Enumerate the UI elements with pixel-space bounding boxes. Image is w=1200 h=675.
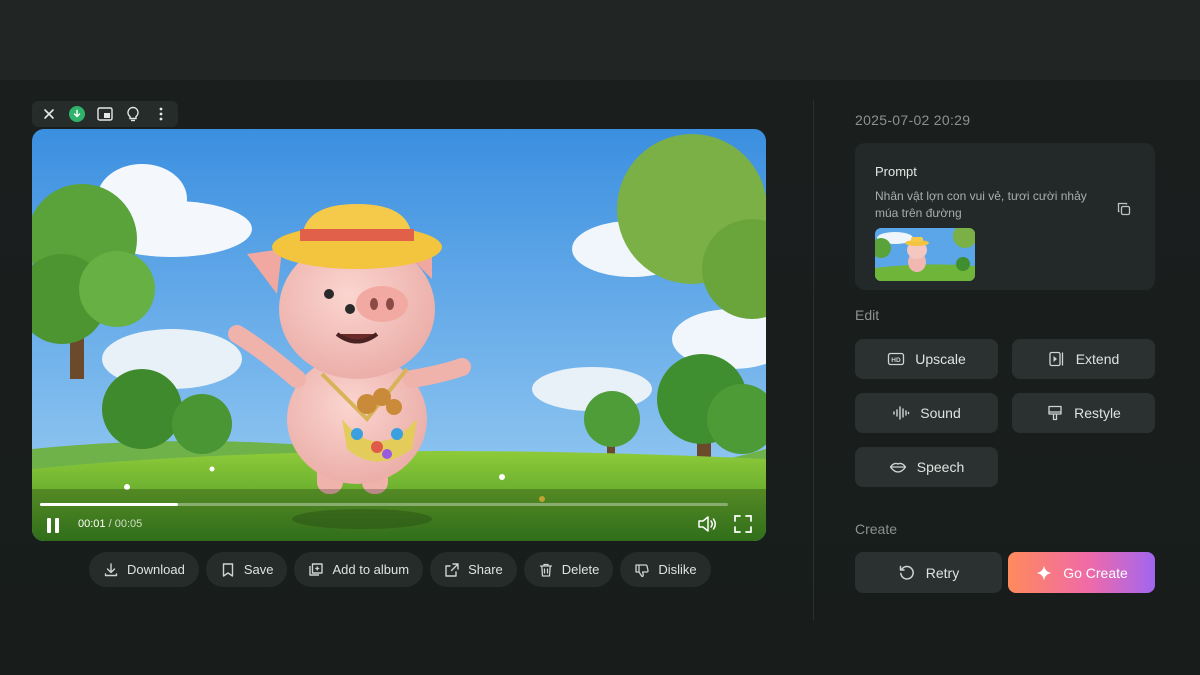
video-actions: Download Save Add to album Share Delete …	[89, 552, 711, 587]
prompt-text: Nhân vật lợn con vui vẻ, tươi cười nhảy …	[875, 189, 1087, 220]
time-separator: /	[105, 518, 115, 530]
close-icon[interactable]	[36, 103, 62, 125]
video-player[interactable]: 00:01 / 00:05	[32, 129, 766, 541]
go-create-button[interactable]: Go Create	[1008, 552, 1155, 593]
restyle-label: Restyle	[1074, 405, 1121, 421]
picture-in-picture-icon[interactable]	[92, 103, 118, 125]
top-bar	[0, 0, 1200, 80]
current-time: 00:01	[78, 518, 106, 530]
svg-text:HD: HD	[892, 357, 902, 364]
volume-icon[interactable]	[696, 513, 718, 535]
total-duration: 00:05	[114, 518, 143, 530]
add-to-album-label: Add to album	[332, 562, 410, 577]
speech-label: Speech	[916, 459, 965, 475]
save-label: Save	[243, 562, 274, 577]
video-frame	[32, 129, 766, 541]
extend-button[interactable]: Extend	[1012, 339, 1155, 379]
sound-button[interactable]: Sound	[855, 393, 998, 433]
dislike-label: Dislike	[658, 562, 697, 577]
go-create-label: Go Create	[1063, 564, 1128, 581]
retry-label: Retry	[925, 564, 960, 581]
prompt-title: Prompt	[875, 164, 917, 179]
delete-label: Delete	[561, 562, 600, 577]
download-icon[interactable]	[64, 103, 90, 125]
created-date: 2025-07-02 20:29	[855, 112, 971, 128]
sparkle-icon	[1036, 565, 1052, 580]
bookmark-icon	[222, 562, 234, 577]
upscale-label: Upscale	[915, 351, 966, 367]
retry-icon	[899, 565, 914, 580]
pause-button[interactable]	[42, 515, 64, 535]
restyle-button[interactable]: Restyle	[1012, 393, 1155, 433]
lips-icon	[889, 462, 906, 473]
prompt-card: Prompt Nhân vật lợn con vui vẻ, tươi cườ…	[855, 143, 1155, 290]
album-add-icon	[309, 562, 324, 576]
save-button[interactable]: Save	[205, 552, 288, 587]
fullscreen-icon[interactable]	[732, 513, 754, 535]
video-progress-bar[interactable]	[40, 503, 728, 506]
retry-button[interactable]: Retry	[855, 552, 1002, 593]
trash-icon	[539, 563, 552, 577]
panel-divider	[813, 100, 814, 620]
download-label: Download	[127, 562, 185, 577]
lightbulb-icon[interactable]	[120, 103, 146, 125]
upscale-button[interactable]: HD Upscale	[855, 339, 998, 379]
share-button[interactable]: Share	[430, 552, 517, 587]
share-icon	[445, 562, 459, 577]
download-button[interactable]: Download	[89, 552, 199, 587]
edit-section-label: Edit	[855, 307, 880, 323]
prompt-thumbnail[interactable]	[875, 228, 975, 281]
video-mini-toolbar	[32, 101, 178, 127]
extend-label: Extend	[1075, 351, 1120, 367]
pause-bar-right	[55, 517, 59, 533]
waveform-icon	[893, 406, 910, 420]
pause-bar-left	[47, 517, 51, 533]
thumbs-down-icon	[635, 563, 650, 577]
video-progress-fill	[40, 503, 178, 506]
add-to-album-button[interactable]: Add to album	[294, 552, 424, 587]
delete-button[interactable]: Delete	[523, 552, 614, 587]
sound-label: Sound	[920, 405, 961, 421]
speech-button[interactable]: Speech	[855, 447, 998, 487]
brush-icon	[1048, 405, 1062, 421]
more-vertical-icon[interactable]	[148, 103, 174, 125]
dislike-button[interactable]: Dislike	[620, 552, 711, 587]
time-display: 00:01 / 00:05	[78, 518, 142, 530]
hd-icon: HD	[888, 352, 905, 366]
copy-icon[interactable]	[1117, 202, 1131, 216]
extend-icon	[1049, 351, 1063, 367]
share-label: Share	[468, 562, 503, 577]
create-section-label: Create	[855, 521, 898, 537]
download-icon	[104, 562, 118, 576]
